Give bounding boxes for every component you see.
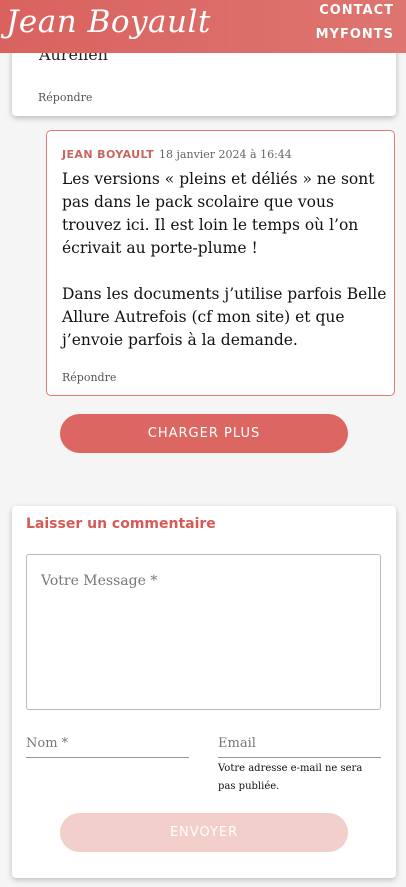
form-title: Laisser un commentaire <box>26 516 216 532</box>
comment-date: 18 janvier 2024 à 16:44 <box>159 148 292 161</box>
email-input[interactable] <box>218 730 381 758</box>
comment-meta: JEAN BOYAULT 18 janvier 2024 à 16:44 <box>62 143 292 162</box>
email-privacy-note: Votre adresse e-mail ne sera pas publiée… <box>218 763 363 792</box>
reply-comment-card: JEAN BOYAULT 18 janvier 2024 à 16:44 Les … <box>46 130 395 396</box>
nav-contact-link[interactable]: CONTACT <box>319 3 394 18</box>
comment-paragraph: Les versions « pleins et déliés » ne son… <box>62 170 375 257</box>
send-button[interactable]: ENVOYER <box>60 813 348 852</box>
comment-body: Les versions « pleins et déliés » ne son… <box>62 168 387 352</box>
nav-myfonts-link[interactable]: MYFONTS <box>316 27 394 42</box>
comment-paragraph: Dans les documents j’utilise parfois Bel… <box>62 285 387 349</box>
site-logo[interactable]: Jean Boyault <box>6 4 211 40</box>
load-more-button[interactable]: CHARGER PLUS <box>60 414 348 453</box>
message-textarea[interactable] <box>26 554 381 710</box>
comment-author: JEAN BOYAULT <box>62 148 155 161</box>
name-input[interactable] <box>26 730 189 758</box>
comment-form: Laisser un commentaire Votre adresse e-m… <box>12 506 396 878</box>
reply-link[interactable]: Répondre <box>62 371 116 384</box>
reply-link[interactable]: Répondre <box>38 91 92 104</box>
site-header: Jean Boyault CONTACT MYFONTS <box>0 0 406 53</box>
